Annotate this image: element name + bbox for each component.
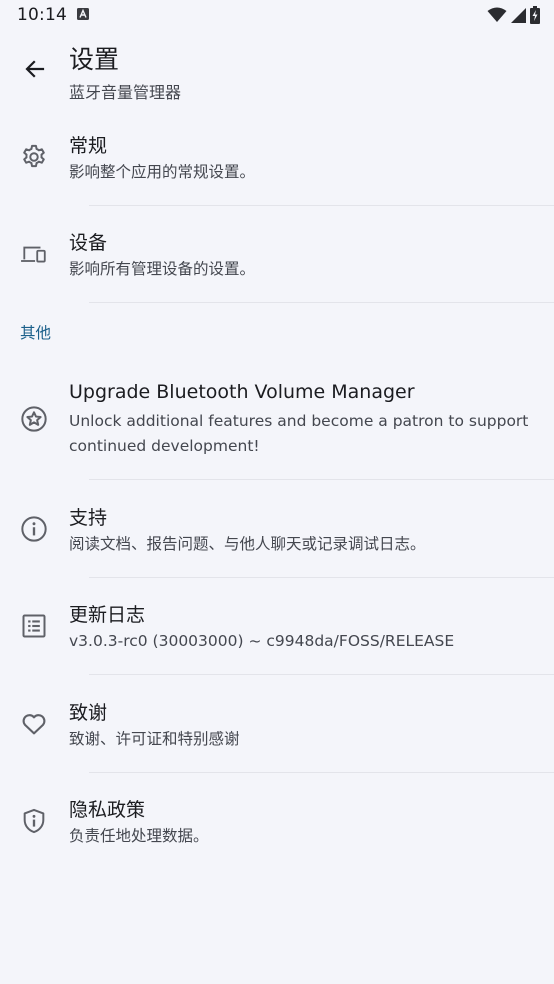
settings-item-summary: 阅读文档、报告问题、与他人聊天或记录调试日志。 [69,535,426,553]
settings-item-summary: 负责任地处理数据。 [69,827,209,845]
settings-item-title: 更新日志 [69,604,146,626]
settings-item-general[interactable]: 常规 影响整个应用的常规设置。 [0,112,554,206]
settings-item-title: 常规 [69,135,108,157]
settings-item-title: 隐私政策 [69,799,146,821]
shield-icon [20,807,48,835]
settings-item-summary: v3.0.3-rc0 (30003000) ~ c9948da/FOSS/REL… [69,632,455,650]
wifi-icon [487,7,507,23]
settings-item-title: 支持 [69,507,108,529]
changelog-icon [20,612,48,640]
settings-item-title: 设备 [69,232,108,254]
settings-item-privacy-policy[interactable]: 隐私政策 负责任地处理数据。 [0,775,554,870]
back-button[interactable] [14,48,56,90]
divider [89,674,554,675]
devices-icon [20,240,48,268]
settings-item-support[interactable]: 支持 阅读文档、报告问题、与他人聊天或记录调试日志。 [0,482,554,577]
settings-item-summary: 致谢、许可证和特别感谢 [69,730,240,748]
divider [89,479,554,480]
star-badge-icon [20,405,48,433]
settings-screen: 10:14 设置 蓝牙音量管理器 常规 影响整个应用的常规设置。 设备 影响所有… [0,0,554,984]
arrow-back-icon [23,57,47,81]
settings-item-changelog[interactable]: 更新日志 v3.0.3-rc0 (30003000) ~ c9948da/FOS… [0,580,554,674]
divider [89,772,554,773]
settings-item-summary: 影响整个应用的常规设置。 [69,163,256,181]
gear-icon [20,143,48,171]
section-header-other: 其他 [20,324,52,342]
heart-icon [20,710,48,738]
cell-signal-icon [511,7,526,23]
divider [89,205,554,206]
divider [89,577,554,578]
status-time: 10:14 [17,5,67,25]
divider [89,302,554,303]
settings-item-title: 致谢 [69,702,108,724]
settings-item-summary: Unlock additional features and become a … [69,412,529,455]
info-icon [20,515,48,543]
a-badge-icon [77,8,89,20]
app-bar: 设置 蓝牙音量管理器 [0,30,554,110]
settings-item-upgrade[interactable]: Upgrade Bluetooth Volume Manager Unlock … [0,362,554,479]
settings-item-title: Upgrade Bluetooth Volume Manager [69,381,415,403]
battery-charging-icon [530,6,540,24]
status-icons [487,6,540,24]
settings-item-summary: 影响所有管理设备的设置。 [69,260,256,278]
settings-item-devices[interactable]: 设备 影响所有管理设备的设置。 [0,209,554,303]
page-title: 设置 [69,45,120,74]
status-bar: 10:14 [0,0,554,30]
page-subtitle: 蓝牙音量管理器 [69,83,182,102]
settings-item-acknowledgements[interactable]: 致谢 致谢、许可证和特别感谢 [0,677,554,772]
